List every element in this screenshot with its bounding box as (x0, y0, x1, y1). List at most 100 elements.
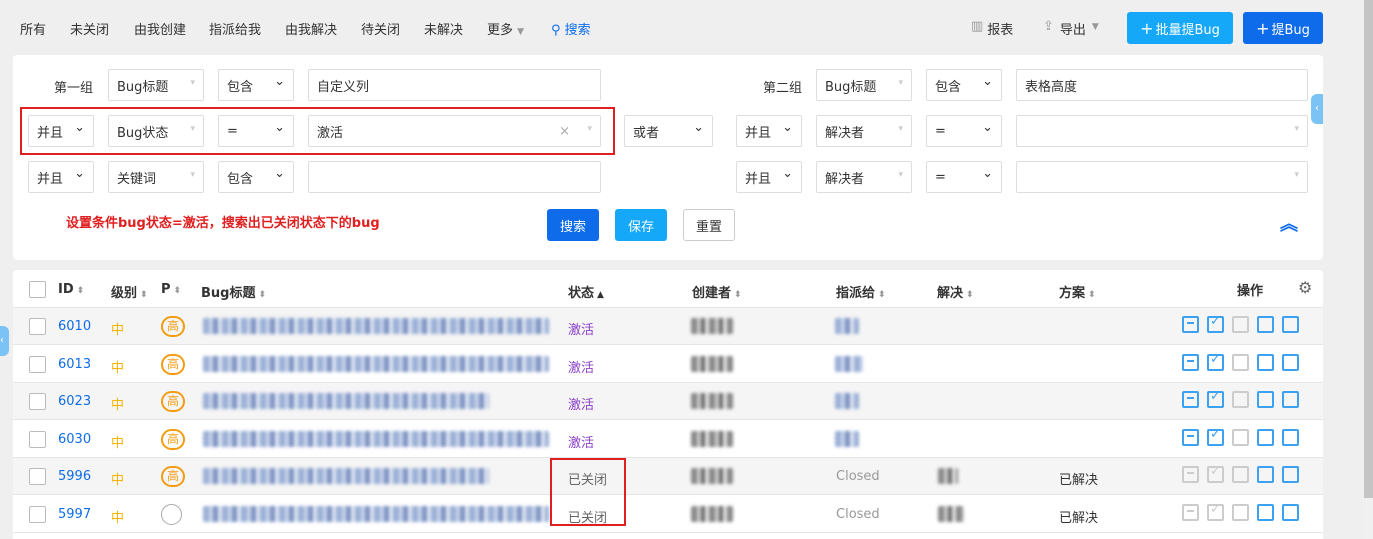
tab-more[interactable]: 更多 ▼ (487, 19, 524, 38)
tab-search[interactable]: ⚲ 搜索 (551, 19, 591, 38)
logic-select[interactable]: 并且 (736, 161, 802, 193)
col-id[interactable]: ID ⬍ (58, 282, 84, 297)
col-creator[interactable]: 创建者 ⬍ (692, 282, 742, 301)
confirm-icon[interactable] (1182, 466, 1199, 483)
bug-title-link[interactable] (203, 468, 489, 484)
field-select[interactable]: 关键词 (108, 161, 204, 193)
bug-title-link[interactable] (203, 393, 489, 409)
confirm-icon[interactable] (1182, 391, 1199, 408)
operator-select[interactable]: 包含 (218, 161, 294, 193)
assign-check-icon[interactable] (1207, 427, 1224, 446)
table-row[interactable]: 5996 中 高 已关闭 Closed 已解决 (13, 458, 1323, 495)
copy-icon[interactable] (1282, 391, 1299, 408)
field-select[interactable]: Bug标题 (108, 69, 204, 101)
logic-select[interactable]: 并且 (736, 115, 802, 147)
scrollbar-thumb[interactable] (1364, 0, 1373, 498)
tab-to-close[interactable]: 待关闭 (361, 19, 400, 38)
create-bug-button[interactable]: + 提Bug (1243, 12, 1323, 44)
logic-select[interactable]: 并且 (28, 161, 94, 193)
bug-title-link[interactable] (203, 505, 549, 522)
group-logic-select[interactable]: 或者 (624, 115, 713, 147)
edit-icon[interactable] (1257, 353, 1274, 371)
tab-all[interactable]: 所有 (20, 19, 46, 38)
assign-check-icon[interactable] (1207, 502, 1224, 521)
tab-resolved-by-me[interactable]: 由我解决 (285, 19, 337, 38)
copy-icon[interactable] (1282, 353, 1299, 371)
col-priority[interactable]: P ⬍ (161, 282, 181, 297)
bug-id-link[interactable]: 6030 (58, 432, 91, 447)
bug-title-link[interactable] (203, 318, 549, 334)
assign-check-icon[interactable] (1207, 314, 1224, 333)
edit-icon[interactable] (1257, 503, 1274, 521)
bug-title-link[interactable] (203, 355, 549, 372)
bug-id-link[interactable]: 5996 (58, 469, 91, 484)
confirm-icon[interactable] (1182, 503, 1199, 521)
bug-id-link[interactable]: 6013 (58, 357, 91, 372)
export-button[interactable]: ⇪ 导出 ▼ (1043, 19, 1099, 38)
table-row[interactable]: 5997 中 已关闭 Closed 已解决 (13, 496, 1323, 533)
col-level[interactable]: 级别 ⬍ (111, 282, 148, 301)
table-row[interactable]: 6013 中 高 激活 (13, 346, 1323, 383)
value-input[interactable]: 表格高度 (1016, 69, 1308, 101)
copy-icon[interactable] (1282, 503, 1299, 521)
col-resolver[interactable]: 解决 ⬍ (937, 282, 974, 301)
close-power-icon[interactable] (1232, 353, 1249, 371)
close-power-icon[interactable] (1232, 466, 1249, 483)
value-select[interactable] (1016, 115, 1308, 147)
gear-icon[interactable]: ⚙ (1298, 278, 1312, 297)
value-input[interactable]: 自定义列 (308, 69, 601, 101)
report-button[interactable]: ▥ 报表 (971, 19, 1013, 38)
reset-button[interactable]: 重置 (683, 209, 735, 241)
value-select[interactable] (1016, 161, 1308, 193)
copy-icon[interactable] (1282, 316, 1299, 333)
field-select[interactable]: 解决者 (816, 115, 912, 147)
close-power-icon[interactable] (1232, 428, 1249, 446)
bug-id-link[interactable]: 6023 (58, 394, 91, 409)
operator-select[interactable]: = (926, 115, 1002, 147)
tab-unclosed[interactable]: 未关闭 (70, 19, 109, 38)
row-checkbox[interactable] (29, 505, 46, 523)
value-input[interactable] (308, 161, 601, 193)
row-checkbox[interactable] (29, 318, 46, 335)
side-toggle-right[interactable]: ‹ (1311, 94, 1323, 124)
operator-select[interactable]: 包含 (926, 69, 1002, 101)
row-checkbox[interactable] (29, 393, 46, 410)
field-select[interactable]: 解决者 (816, 161, 912, 193)
collapse-icon[interactable]: ︽ (1280, 210, 1298, 236)
close-power-icon[interactable] (1232, 316, 1249, 333)
confirm-icon[interactable] (1182, 353, 1199, 371)
col-status[interactable]: 状态 ▲ (568, 282, 604, 301)
row-checkbox[interactable] (29, 468, 46, 485)
save-button[interactable]: 保存 (615, 209, 667, 241)
side-toggle-left[interactable]: ‹ (0, 326, 9, 356)
bug-title-link[interactable] (203, 430, 549, 447)
row-checkbox[interactable] (29, 355, 46, 373)
edit-icon[interactable] (1257, 428, 1274, 446)
confirm-icon[interactable] (1182, 428, 1199, 446)
assign-check-icon[interactable] (1207, 389, 1224, 408)
bug-id-link[interactable]: 6010 (58, 319, 91, 334)
field-select[interactable]: Bug标题 (816, 69, 912, 101)
row-checkbox[interactable] (29, 430, 46, 448)
assign-check-icon[interactable] (1207, 352, 1224, 371)
table-row[interactable]: 6010 中 高 激活 (13, 308, 1323, 345)
confirm-icon[interactable] (1182, 316, 1199, 333)
tab-unresolved[interactable]: 未解决 (424, 19, 463, 38)
edit-icon[interactable] (1257, 466, 1274, 483)
edit-icon[interactable] (1257, 316, 1274, 333)
operator-select[interactable]: = (926, 161, 1002, 193)
col-title[interactable]: Bug标题 ⬍ (201, 282, 266, 301)
copy-icon[interactable] (1282, 466, 1299, 483)
col-resolution[interactable]: 方案 ⬍ (1059, 282, 1096, 301)
bug-id-link[interactable]: 5997 (58, 507, 91, 522)
assign-check-icon[interactable] (1207, 464, 1224, 483)
page-scrollbar[interactable] (1362, 0, 1373, 539)
table-row[interactable]: 6030 中 高 激活 (13, 421, 1323, 458)
table-row[interactable]: 6023 中 高 激活 (13, 383, 1323, 420)
close-power-icon[interactable] (1232, 391, 1249, 408)
batch-create-bug-button[interactable]: + 批量提Bug (1127, 12, 1233, 44)
col-assigned[interactable]: 指派给 ⬍ (836, 282, 886, 301)
copy-icon[interactable] (1282, 428, 1299, 446)
operator-select[interactable]: 包含 (218, 69, 294, 101)
select-all-checkbox[interactable] (29, 281, 46, 298)
